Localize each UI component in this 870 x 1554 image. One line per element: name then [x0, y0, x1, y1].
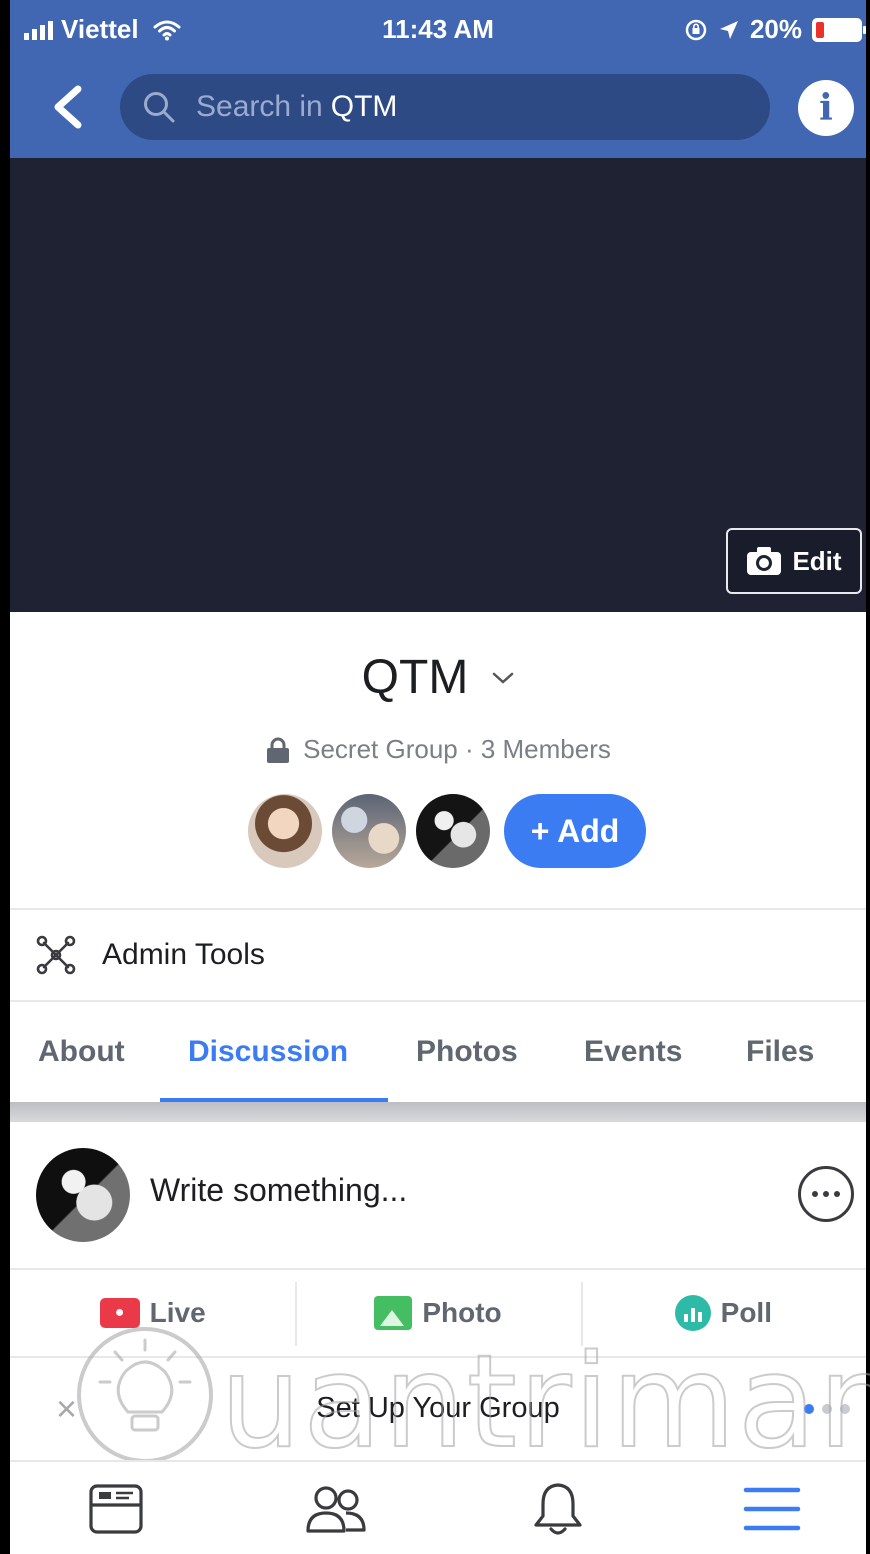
group-tabs: About Discussion Photos Events Files: [10, 1002, 866, 1102]
edit-cover-button[interactable]: Edit: [726, 528, 862, 594]
tab-label: About: [38, 1035, 125, 1068]
setup-group-banner[interactable]: × Set Up Your Group: [10, 1356, 866, 1460]
composer-placeholder[interactable]: Write something...: [150, 1172, 407, 1209]
group-meta: Secret Group · 3 Members: [10, 734, 866, 765]
poll-button[interactable]: Poll: [580, 1270, 866, 1356]
tab-about[interactable]: About: [38, 1002, 125, 1102]
tab-photos[interactable]: Photos: [416, 1002, 518, 1102]
search-icon: [144, 92, 175, 123]
admin-tools-row[interactable]: Admin Tools: [10, 910, 866, 1000]
pager-dot: [822, 1404, 832, 1414]
avatar[interactable]: [332, 794, 406, 868]
nav-news-feed[interactable]: [76, 1476, 156, 1542]
groups-icon: [306, 1486, 366, 1533]
status-right: 20%: [684, 14, 866, 45]
avatar[interactable]: [248, 794, 322, 868]
battery-percent: 20%: [749, 14, 802, 44]
news-feed-icon: [89, 1484, 143, 1534]
menu-icon: [743, 1487, 801, 1531]
chevron-down-icon: [493, 672, 514, 684]
top-header: Viettel 11:43 AM 20% Search in QTM i: [10, 0, 866, 158]
lock-rotation-icon: [685, 19, 707, 40]
status-bar: Viettel 11:43 AM 20%: [10, 0, 866, 64]
edit-label: Edit: [792, 545, 842, 576]
post-composer[interactable]: Write something...: [10, 1122, 866, 1268]
lock-icon: [267, 737, 290, 763]
battery-level: [816, 21, 824, 38]
tab-label: Photos: [416, 1035, 518, 1068]
add-label: + Add: [530, 812, 620, 849]
bottom-nav: [10, 1460, 866, 1554]
privacy-members-text: Secret Group · 3 Members: [303, 734, 611, 764]
group-name-dropdown[interactable]: QTM: [10, 650, 866, 705]
tab-label: Discussion: [188, 1035, 349, 1068]
cover-photo: Edit: [10, 158, 866, 612]
admin-tools-label: Admin Tools: [102, 938, 265, 971]
nav-menu[interactable]: [732, 1476, 812, 1542]
pager-dot: [840, 1404, 850, 1414]
back-chevron-icon[interactable]: [48, 84, 88, 130]
photo-button[interactable]: Photo: [295, 1270, 580, 1356]
photo-label: Photo: [422, 1297, 502, 1328]
avatar[interactable]: [416, 794, 490, 868]
info-icon: i: [819, 87, 833, 129]
right-border: [866, 0, 870, 1554]
admin-tools-icon: [36, 935, 76, 975]
bell-icon: [534, 1483, 582, 1535]
search-bar[interactable]: Search in QTM: [120, 74, 770, 140]
tab-label: Events: [584, 1035, 683, 1068]
tab-files[interactable]: Files: [746, 1002, 814, 1102]
nav-notifications[interactable]: [518, 1476, 598, 1542]
live-label: Live: [149, 1297, 206, 1328]
more-options-button[interactable]: [798, 1166, 854, 1222]
member-avatars: + Add: [248, 794, 646, 868]
search-placeholder: Search in: [196, 90, 323, 123]
setup-title: Set Up Your Group: [316, 1392, 560, 1424]
left-border: [0, 0, 10, 1554]
more-icon: [812, 1191, 818, 1197]
battery-icon: [812, 17, 866, 42]
nav-groups[interactable]: [296, 1476, 376, 1542]
poll-icon: [674, 1295, 711, 1331]
app-screen: Viettel 11:43 AM 20% Search in QTM i Edi…: [0, 0, 870, 1554]
tab-label: Files: [746, 1035, 815, 1068]
info-button[interactable]: i: [798, 80, 854, 136]
avatar[interactable]: [36, 1148, 130, 1242]
camera-icon: [747, 547, 782, 575]
tab-discussion[interactable]: Discussion: [188, 1002, 348, 1102]
tab-events[interactable]: Events: [584, 1002, 682, 1102]
section-separator: [10, 1102, 866, 1122]
photo-icon: [374, 1296, 413, 1330]
composer-actions: ● Live Photo Poll: [10, 1268, 866, 1356]
poll-label: Poll: [720, 1297, 772, 1328]
pager-dot: [804, 1404, 814, 1414]
live-button[interactable]: ● Live: [10, 1270, 295, 1356]
location-icon: [719, 20, 738, 39]
live-video-icon: ●: [99, 1298, 140, 1328]
search-scope: QTM: [330, 90, 398, 123]
group-name: QTM: [361, 651, 469, 704]
pager-dots: [804, 1404, 850, 1414]
add-member-button[interactable]: + Add: [504, 794, 646, 868]
